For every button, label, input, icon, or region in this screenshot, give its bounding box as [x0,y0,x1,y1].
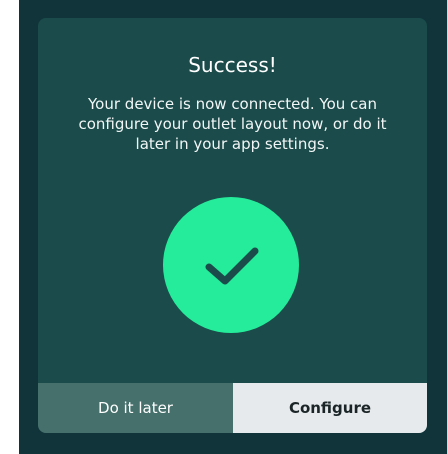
do-it-later-label: Do it later [98,399,173,417]
configure-label: Configure [288,399,372,417]
dialog-message: Your device is now connected. You can co… [78,95,387,153]
success-check-badge [163,197,299,333]
configure-button[interactable]: Configure [233,383,427,433]
do-it-later-button[interactable]: Do it later [38,383,233,433]
dialog-title: Success! [188,53,277,77]
success-dialog: Success! Your device is now connected. Y… [38,18,427,433]
checkmark-icon [205,247,259,285]
